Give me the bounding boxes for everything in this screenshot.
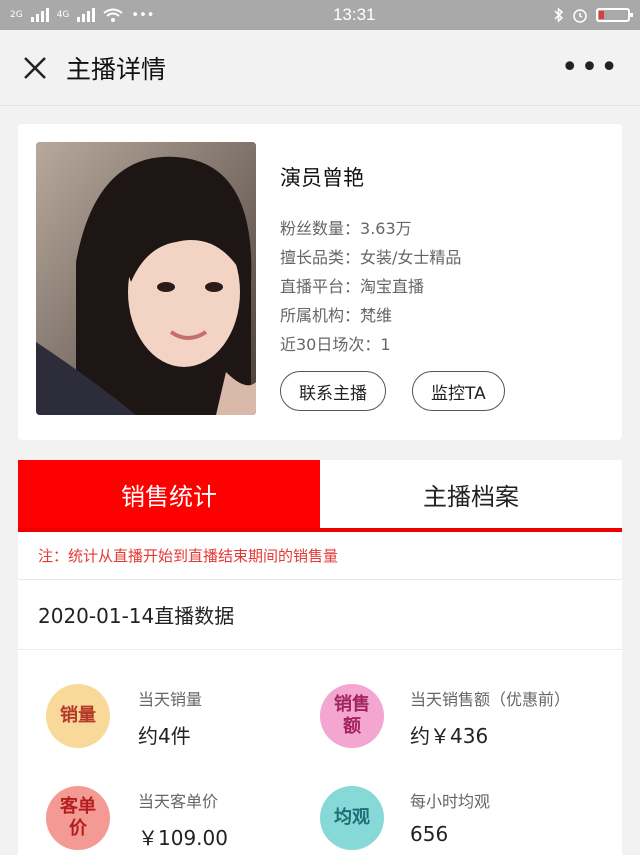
tab-bar: 销售统计 主播档案: [18, 460, 622, 532]
info-fans: 粉丝数量：3.63万: [280, 214, 505, 243]
info-platform: 直播平台：淘宝直播: [280, 272, 505, 301]
stat-label: 每小时均观: [410, 792, 491, 811]
avg-order-icon: 客单价: [46, 786, 110, 850]
stat-value: 约￥436: [410, 724, 489, 748]
contact-anchor-button[interactable]: 联系主播: [280, 371, 386, 411]
revenue-icon-text: 销售额: [334, 694, 370, 737]
wifi-icon: [103, 8, 124, 22]
info-sessions-value: 1: [380, 335, 391, 354]
stats-note: 注：统计从直播开始到直播结束期间的销售量: [18, 532, 622, 580]
avg-order-icon-text: 客单价: [60, 796, 96, 839]
tab-sales-stats[interactable]: 销售统计: [18, 460, 320, 528]
signal-icon-2: [77, 8, 96, 22]
signal-2g-label: 2G: [10, 10, 23, 20]
live-date-title: 2020-01-14直播数据: [18, 580, 622, 650]
stat-label: 当天客单价: [138, 792, 219, 811]
signal-icon: [30, 8, 49, 22]
stat-label: 当天销量: [138, 690, 203, 709]
close-icon: [24, 56, 46, 79]
stat-label: 当天销售额（优惠前）: [410, 690, 571, 709]
stat-value: 656: [410, 822, 449, 846]
status-time: 13:31: [332, 5, 376, 24]
status-bar: 2G 4G ••• 13:31: [0, 0, 640, 30]
stats-grid: 销量 当天销量 约4件 销售额 当天销售额（优惠前） 约￥436 客单价 当天客…: [18, 650, 622, 855]
page-title: 主播详情: [66, 54, 167, 84]
status-more-dots: •••: [131, 7, 155, 23]
stat-avg-order-value: 客单价 当天客单价 ￥109.00: [46, 786, 228, 851]
info-agency: 所属机构：梵维: [280, 301, 505, 330]
info-fans-label: 粉丝数量：: [280, 219, 361, 238]
anchor-card: 演员曾艳 粉丝数量：3.63万 擅长品类：女装/女士精品 直播平台：淘宝直播 所…: [18, 124, 622, 440]
info-agency-value: 梵维: [360, 306, 393, 325]
battery-icon: [596, 8, 633, 22]
stat-value: ￥109.00: [138, 826, 228, 850]
info-platform-label: 直播平台：: [280, 277, 361, 296]
monitor-button[interactable]: 监控TA: [412, 371, 505, 411]
bluetooth-icon: [554, 7, 564, 23]
signal-4g-label: 4G: [56, 10, 70, 20]
info-category: 擅长品类：女装/女士精品: [280, 243, 505, 272]
info-category-value: 女装/女士精品: [360, 248, 462, 267]
stat-daily-revenue: 销售额 当天销售额（优惠前） 约￥436: [320, 684, 570, 749]
action-buttons: 联系主播 监控TA: [280, 371, 505, 411]
info-platform-value: 淘宝直播: [360, 277, 425, 296]
tab-anchor-profile[interactable]: 主播档案: [320, 460, 622, 528]
anchor-info: 演员曾艳 粉丝数量：3.63万 擅长品类：女装/女士精品 直播平台：淘宝直播 所…: [280, 162, 505, 411]
alarm-icon: [573, 9, 587, 23]
info-agency-label: 所属机构：: [280, 306, 361, 325]
more-menu-button[interactable]: •••: [561, 52, 620, 83]
revenue-icon: 销售额: [320, 684, 384, 748]
sales-volume-icon: 销量: [46, 684, 110, 748]
nav-bar: 主播详情 •••: [0, 30, 640, 106]
info-category-label: 擅长品类：: [280, 248, 361, 267]
status-right: [554, 7, 633, 23]
info-sessions: 近30日场次：1: [280, 330, 505, 359]
anchor-name: 演员曾艳: [280, 166, 364, 190]
stat-daily-sales: 销量 当天销量 约4件: [46, 684, 202, 749]
status-left: 2G 4G •••: [10, 8, 154, 23]
close-button[interactable]: [20, 53, 50, 83]
info-fans-value: 3.63万: [360, 219, 412, 238]
stat-value: 约4件: [138, 724, 191, 748]
info-sessions-label: 近30日场次：: [280, 335, 381, 354]
anchor-avatar: [36, 142, 256, 415]
avg-viewers-icon: 均观: [320, 786, 384, 850]
avatar-photo: [36, 142, 256, 415]
stat-hourly-avg-viewers: 均观 每小时均观 656: [320, 786, 490, 850]
